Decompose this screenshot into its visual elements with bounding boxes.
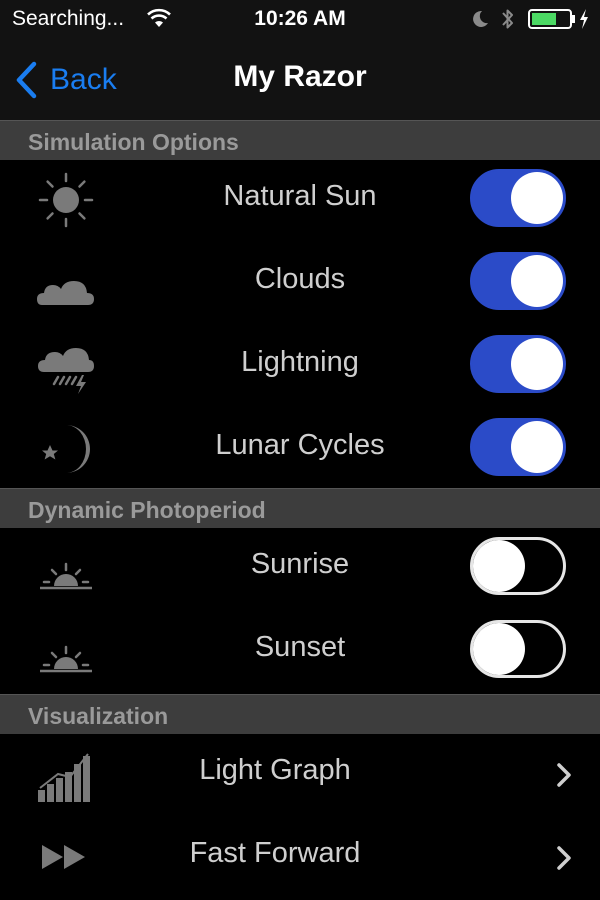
toggle-knob bbox=[473, 623, 525, 675]
section-title: Simulation Options bbox=[28, 129, 239, 155]
row-label: Fast Forward bbox=[189, 837, 361, 869]
chevron-right-icon[interactable] bbox=[554, 760, 574, 790]
do-not-disturb-moon-icon bbox=[473, 10, 488, 27]
battery-icon bbox=[528, 9, 575, 29]
row-sunset: Sunset bbox=[0, 611, 600, 694]
toggle-knob bbox=[511, 338, 563, 390]
clouds-toggle[interactable] bbox=[470, 252, 566, 310]
row-lightning: Lightning bbox=[0, 326, 600, 409]
row-clouds: Clouds bbox=[0, 243, 600, 326]
sunrise-toggle[interactable] bbox=[470, 537, 566, 595]
section-header-dynamic-photoperiod: Dynamic Photoperiod bbox=[0, 488, 600, 528]
section-header-simulation-options: Simulation Options bbox=[0, 120, 600, 160]
toggle-knob bbox=[473, 540, 525, 592]
page-title: My Razor bbox=[233, 60, 367, 93]
app: Searching... 10:26 AM Back My Razor Simu… bbox=[0, 0, 600, 900]
row-sunrise: Sunrise bbox=[0, 528, 600, 611]
charging-bolt-icon bbox=[580, 9, 588, 29]
navigation-bar: Back My Razor bbox=[0, 40, 600, 120]
section-title: Dynamic Photoperiod bbox=[28, 497, 266, 523]
row-natural-sun: Natural Sun bbox=[0, 160, 600, 243]
lightning-toggle[interactable] bbox=[470, 335, 566, 393]
row-light-graph[interactable]: Light Graph bbox=[0, 734, 600, 817]
chevron-right-icon[interactable] bbox=[554, 843, 574, 873]
row-label: Light Graph bbox=[199, 754, 351, 786]
toggle-knob bbox=[511, 172, 563, 224]
status-bar: Searching... 10:26 AM bbox=[0, 0, 600, 40]
sunset-toggle[interactable] bbox=[470, 620, 566, 678]
row-lunar-cycles: Lunar Cycles bbox=[0, 409, 600, 492]
natural-sun-toggle[interactable] bbox=[470, 169, 566, 227]
toggle-knob bbox=[511, 421, 563, 473]
lunar-cycles-toggle[interactable] bbox=[470, 418, 566, 476]
row-fast-forward[interactable]: Fast Forward bbox=[0, 817, 600, 900]
section-title: Visualization bbox=[28, 703, 169, 729]
section-header-visualization: Visualization bbox=[0, 694, 600, 734]
toggle-knob bbox=[511, 255, 563, 307]
bluetooth-icon bbox=[502, 9, 513, 29]
